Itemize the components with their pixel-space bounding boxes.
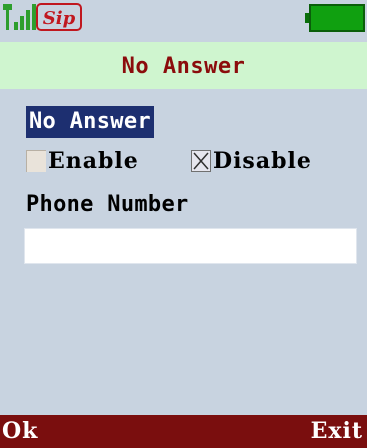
enable-label: Enable	[48, 148, 139, 174]
sip-registered-icon: Sip	[36, 3, 82, 31]
softkey-bar: Ok Exit	[0, 415, 367, 448]
disable-checkbox[interactable]	[191, 150, 211, 172]
phone-number-input[interactable]	[24, 228, 357, 264]
enable-checkbox[interactable]	[26, 150, 46, 172]
checkmark-x-icon	[193, 152, 209, 170]
disable-label: Disable	[213, 148, 312, 174]
status-bar: Sip	[0, 0, 367, 42]
phone-screen: Sip No Answer No Answer Enable Disable P…	[0, 0, 367, 448]
section-label-no-answer[interactable]: No Answer	[26, 106, 154, 138]
phone-number-label: Phone Number	[26, 192, 189, 217]
enable-option[interactable]: Enable	[26, 146, 139, 176]
signal-strength-icon	[3, 4, 36, 30]
disable-option[interactable]: Disable	[191, 146, 312, 176]
battery-full-icon	[305, 4, 365, 32]
ok-softkey[interactable]: Ok	[2, 415, 38, 448]
title-bar: No Answer	[0, 42, 367, 89]
sip-label: Sip	[43, 8, 76, 29]
page-title: No Answer	[121, 54, 246, 79]
exit-softkey[interactable]: Exit	[311, 415, 363, 448]
